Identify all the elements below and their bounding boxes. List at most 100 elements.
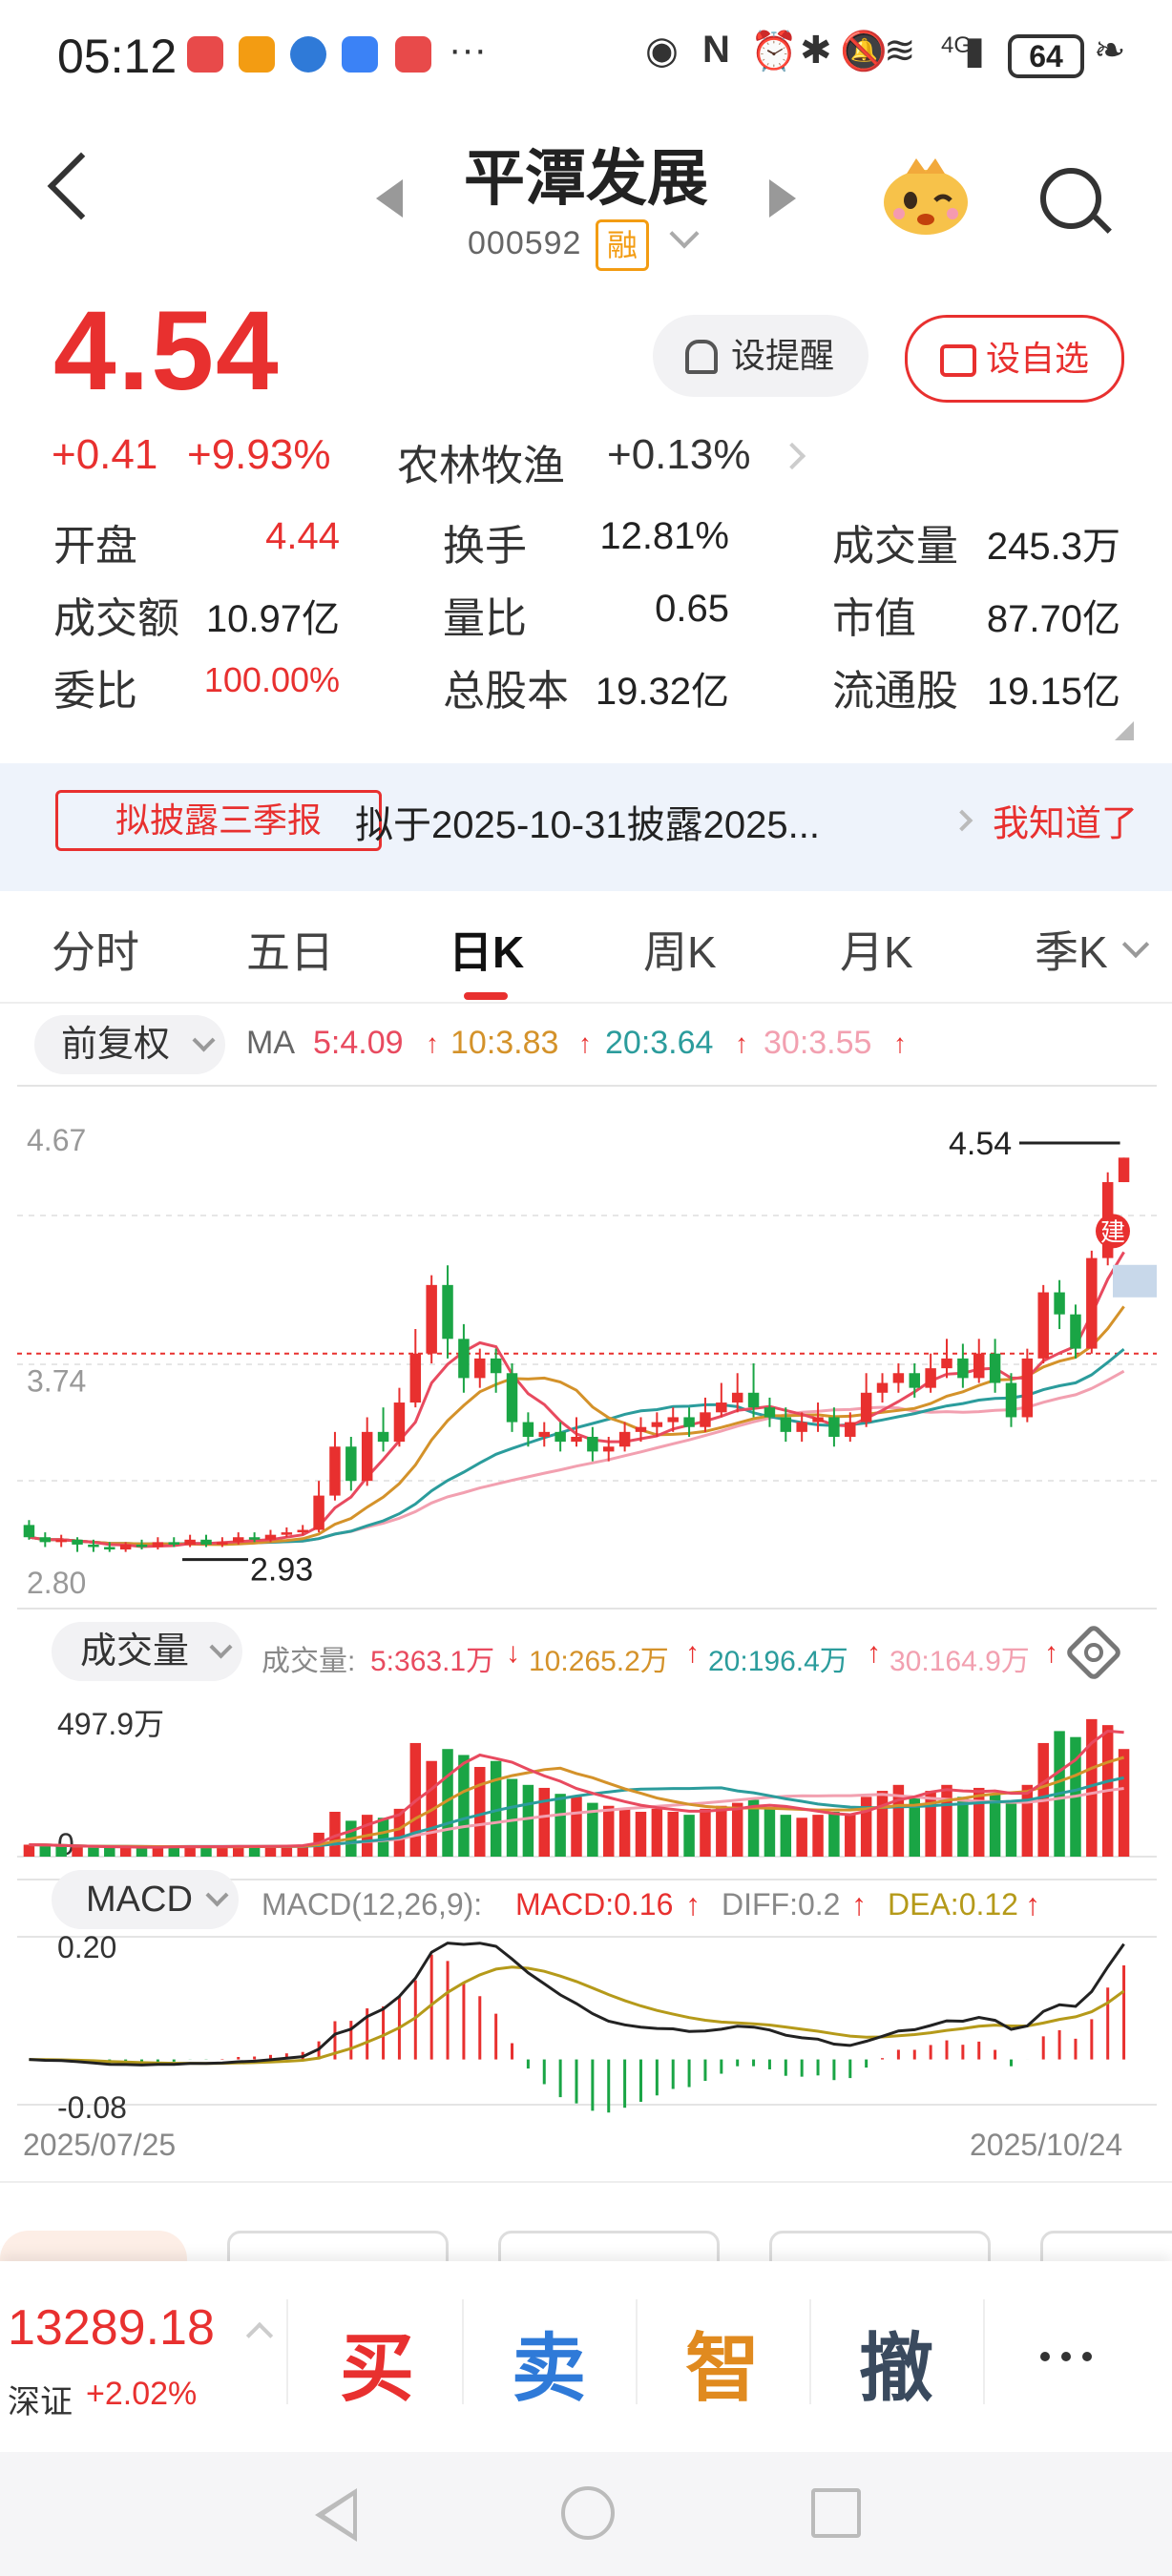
nav-back-icon[interactable] [315,2488,357,2542]
candle [957,1358,969,1379]
buy-button[interactable]: 买 [340,2309,414,2416]
volume-axis-max: 497.9万 [57,1707,164,1741]
bell-icon [685,340,718,374]
candle [925,1368,936,1388]
volume-bar [72,1846,83,1857]
candle [217,1542,228,1545]
macd-dropdown[interactable]: MACD [52,1870,239,1929]
candle [716,1402,727,1413]
volume-bar [780,1815,792,1857]
ma5-value: 5:4.09 [313,1025,404,1061]
volume-bar [683,1815,695,1857]
candle [313,1495,324,1530]
next-stock-icon[interactable] [769,179,796,218]
volume-bar [23,1844,35,1857]
candle [377,1431,389,1443]
candle [200,1539,212,1545]
candle [233,1537,244,1543]
chat-notification-icon [290,36,326,73]
tab-weekly-k[interactable]: 周K [643,918,717,981]
macd-axis-max: 0.20 [57,1930,116,1964]
app2-notification-icon [395,36,431,73]
peek-pill-2 [227,2231,449,2261]
app-notification-icon [187,36,223,73]
sector-change[interactable]: +0.13% [607,431,750,479]
index-change: +2.02% [86,2376,198,2412]
volume-dropdown[interactable]: 成交量 [52,1622,242,1681]
sector-name[interactable]: 农林牧渔 [397,431,565,492]
index-value[interactable]: 13289.18 [8,2299,215,2357]
tab-more-chevron-icon[interactable] [1121,930,1150,959]
more-icon[interactable] [1040,2349,1103,2366]
candle [426,1284,437,1354]
add-favorite-button[interactable]: 设自选 [905,315,1124,403]
stat-label-amount: 成交额 [53,595,179,642]
bluetooth-icon: ✱ [800,30,832,72]
volume-bar [796,1818,807,1857]
price-axis-min: 2.80 [27,1566,86,1600]
candle [88,1544,99,1548]
stat-label-order-ratio: 委比 [53,668,137,715]
candle [764,1407,776,1418]
peek-pill-5 [1040,2231,1172,2261]
vol20-value: 20:196.4万 [708,1646,848,1677]
volume-label: 成交量: [262,1646,356,1677]
eye-icon: ◉ [645,30,679,72]
volume-bar [571,1797,582,1857]
adjust-chevron-icon [192,1028,216,1052]
expand-corner-icon[interactable] [1115,721,1134,740]
stat-value-amount: 10.97亿 [205,598,340,640]
cancel-order-button[interactable]: 撤 [859,2309,933,2416]
ma10-up-arrow-icon: ↑ [578,1028,592,1058]
kline-chart[interactable]: 4.673.742.804.542.93建497.9万00.20-0.08 [0,1078,1172,2147]
nav-recent-icon[interactable] [811,2488,861,2538]
ma10-value: 10:3.83 [450,1025,559,1061]
candle [184,1539,196,1545]
tab-monthly-k[interactable]: 月K [840,918,913,981]
stat-label-open: 开盘 [53,523,137,570]
adjust-dropdown[interactable]: 前复权 [34,1015,225,1074]
nav-home-icon[interactable] [561,2486,615,2540]
vol5-value: 5:363.1万 [370,1646,495,1677]
date-start-label: 2025/07/25 [23,2128,177,2162]
vol10-up-arrow-icon: ↑ [685,1637,700,1669]
volume-chevron-icon [209,1635,233,1659]
candle [72,1539,83,1545]
chart-bottom-divider [0,2181,1172,2183]
candle [876,1382,889,1393]
macd-up-arrow-icon: ↑ [685,1887,701,1922]
more-notifications-icon: ··· [449,29,487,71]
notice-text[interactable]: 拟于2025-10-31披露2025... [355,794,820,849]
volume-bar [538,1787,550,1857]
notice-dismiss-button[interactable]: 我知道了 [993,794,1138,846]
nfc-icon: N [702,29,730,71]
candle [458,1339,470,1379]
chevron-down-icon[interactable] [669,218,700,249]
back-icon[interactable] [47,152,115,220]
tab-five-day[interactable]: 五日 [246,918,334,981]
smart-button[interactable]: 智 [685,2309,760,2416]
volume-bar [603,1805,615,1857]
volume-bar [700,1808,711,1857]
candle [587,1436,598,1452]
candle [538,1431,550,1437]
volume-bar [522,1784,534,1857]
cursor-price-tag [1113,1264,1157,1298]
set-alert-button[interactable]: 设提醒 [653,315,869,397]
leaf-icon: ❧ [1094,30,1126,72]
volume-bar [377,1818,389,1857]
search-icon[interactable] [1040,168,1101,229]
candle [603,1446,615,1452]
candle [104,1547,115,1550]
favorite-icon [940,344,976,377]
candle [522,1422,534,1437]
tab-intraday[interactable]: 分时 [52,918,139,981]
tab-daily-k[interactable]: 日K [449,918,524,981]
vol10-value: 10:265.2万 [529,1646,669,1677]
sector-chevron-icon[interactable] [778,442,806,470]
tab-quarterly-k[interactable]: 季K [1035,918,1108,981]
mascot-icon[interactable] [878,153,973,239]
candle [845,1422,856,1437]
sell-button[interactable]: 卖 [512,2309,586,2416]
prev-stock-icon[interactable] [376,179,403,218]
